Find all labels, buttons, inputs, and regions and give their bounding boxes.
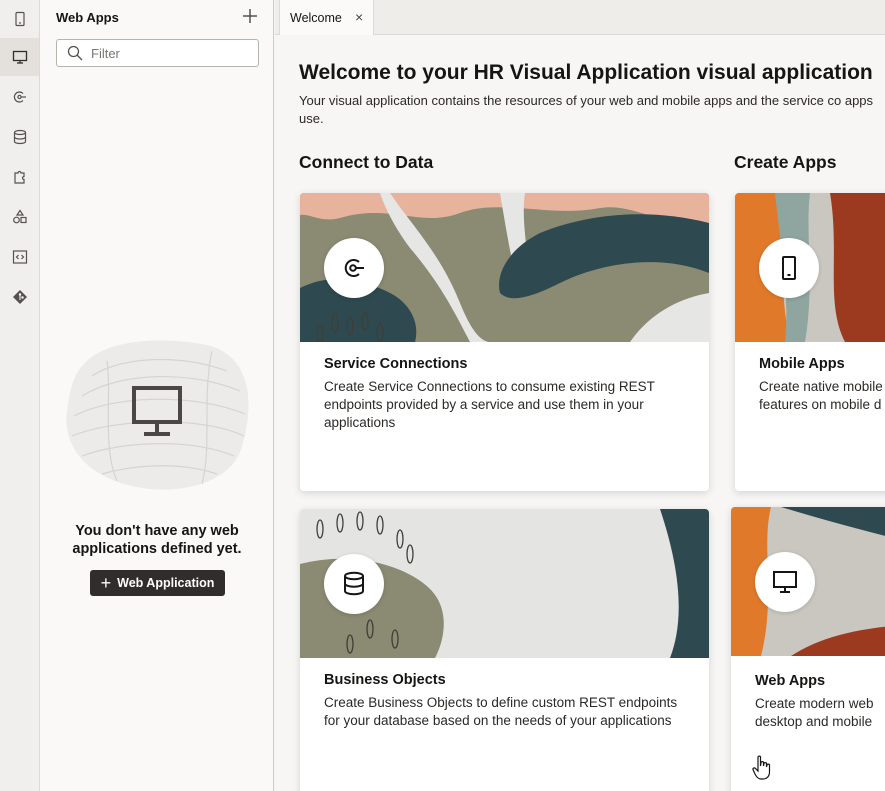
empty-state-illustration: [66, 340, 249, 490]
shapes-icon: [12, 209, 27, 224]
web-apps-badge: [755, 552, 815, 612]
hand-cursor-icon: [752, 755, 771, 780]
empty-state-message: You don't have any web applications defi…: [72, 523, 242, 557]
business-objects-badge: [324, 554, 384, 614]
rail-web-apps-button[interactable]: [0, 38, 39, 76]
add-web-app-icon[interactable]: [241, 7, 259, 25]
web-apps-description: Create modern web desktop and mobile: [755, 696, 874, 729]
rail-source-button[interactable]: [0, 238, 39, 276]
service-connection-icon: [13, 91, 26, 103]
database-icon: [13, 129, 26, 145]
business-objects-card[interactable]: Business Objects Create Business Objects…: [300, 509, 709, 791]
mobile-apps-card[interactable]: Mobile Apps Create native mobile feature…: [735, 193, 885, 491]
mobile-icon: [14, 11, 25, 27]
rail-service-connections-button[interactable]: [0, 78, 39, 116]
tab-bar: Welcome ×: [275, 0, 885, 35]
web-apps-panel: Web Apps You don't have any web applicat…: [40, 0, 274, 791]
main-editor: Welcome × Welcome to your HR Visual Appl…: [275, 0, 885, 791]
section-create-apps: Create Apps: [734, 152, 837, 172]
add-web-application-button[interactable]: + Web Application: [90, 570, 225, 596]
rail-business-objects-button[interactable]: [0, 118, 39, 156]
rail-mobile-button[interactable]: [0, 0, 39, 38]
business-objects-title: Business Objects: [324, 672, 446, 688]
web-apps-title: Web Apps: [755, 673, 826, 689]
business-objects-description: Create Business Objects to define custom…: [324, 695, 678, 728]
rail-resources-button[interactable]: [0, 198, 39, 236]
service-connections-title: Service Connections: [324, 356, 468, 372]
rail-components-button[interactable]: [0, 158, 39, 196]
service-connections-card[interactable]: Service Connections Create Service Conne…: [300, 193, 709, 491]
plus-icon: +: [100, 573, 112, 593]
code-icon: [12, 250, 27, 264]
panel-title: Web Apps: [56, 10, 119, 25]
service-connections-description: Create Service Connections to consume ex…: [324, 379, 655, 430]
database-icon: [344, 571, 364, 596]
page-title: Welcome to your HR Visual Application vi…: [299, 61, 873, 84]
close-icon[interactable]: ×: [355, 9, 363, 25]
mobile-apps-title: Mobile Apps: [759, 356, 845, 372]
rail-git-button[interactable]: [0, 278, 39, 316]
mobile-icon: [782, 256, 796, 280]
desktop-icon: [773, 571, 797, 593]
desktop-icon: [12, 50, 27, 64]
section-connect-to-data: Connect to Data: [299, 152, 434, 172]
add-web-application-label: Web Application: [117, 576, 215, 590]
tab-welcome-label: Welcome: [290, 10, 342, 25]
web-apps-card[interactable]: Web Apps Create modern web desktop and m…: [731, 507, 885, 791]
tab-welcome[interactable]: Welcome ×: [279, 0, 374, 35]
mobile-apps-description: Create native mobile features on mobile …: [759, 379, 883, 412]
filter-input[interactable]: [91, 45, 241, 61]
page-description: Your visual application contains the res…: [299, 93, 874, 126]
service-connections-badge: [324, 238, 384, 298]
service-connection-icon: [344, 259, 364, 277]
puzzle-icon: [13, 170, 25, 184]
mobile-apps-badge: [759, 238, 819, 298]
search-icon: [67, 45, 83, 61]
git-icon: [12, 290, 27, 304]
filter-field[interactable]: [56, 39, 259, 67]
activity-rail: [0, 0, 40, 791]
